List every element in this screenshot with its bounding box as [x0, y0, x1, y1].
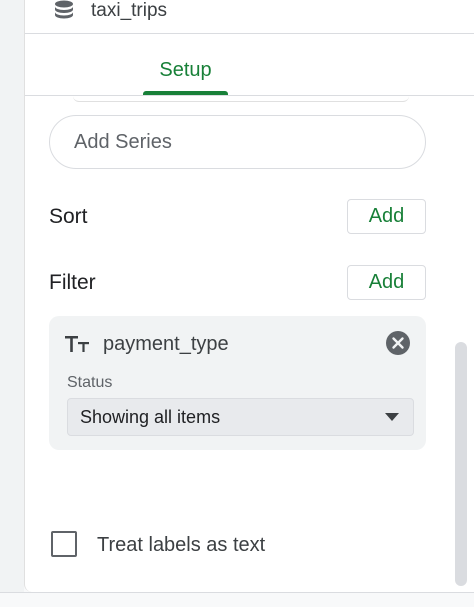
status-label: Status	[67, 374, 113, 391]
tab-setup-label: Setup	[159, 59, 212, 81]
sort-label: Sort	[49, 205, 88, 228]
filter-card: payment_type Status Showing all items	[49, 316, 426, 450]
data-source-name: taxi_trips	[91, 0, 168, 21]
text-type-icon	[65, 336, 89, 352]
treat-labels-checkbox[interactable]	[51, 531, 77, 557]
scrollbar-thumb[interactable]	[455, 342, 467, 586]
chevron-down-icon	[385, 413, 399, 421]
left-strip	[0, 0, 24, 607]
bottom-strip	[0, 592, 474, 607]
status-value: Showing all items	[80, 407, 221, 427]
status-dropdown[interactable]: Showing all items	[67, 398, 414, 436]
tab-setup[interactable]: Setup	[143, 57, 228, 95]
scrolled-item-edge	[73, 96, 409, 102]
close-icon[interactable]	[386, 331, 410, 355]
database-icon	[55, 0, 73, 19]
treat-labels-label: Treat labels as text	[97, 534, 266, 556]
data-source-row[interactable]: taxi_trips	[25, 0, 474, 34]
filter-field-name: payment_type	[103, 333, 229, 355]
filter-add-button[interactable]: Add	[347, 265, 426, 300]
filter-label: Filter	[49, 271, 96, 294]
add-series-button[interactable]: Add Series	[49, 115, 426, 169]
sort-add-button[interactable]: Add	[347, 199, 426, 234]
chart-editor-panel: taxi_trips Setup Add Series Sort Add Fil…	[24, 0, 474, 592]
